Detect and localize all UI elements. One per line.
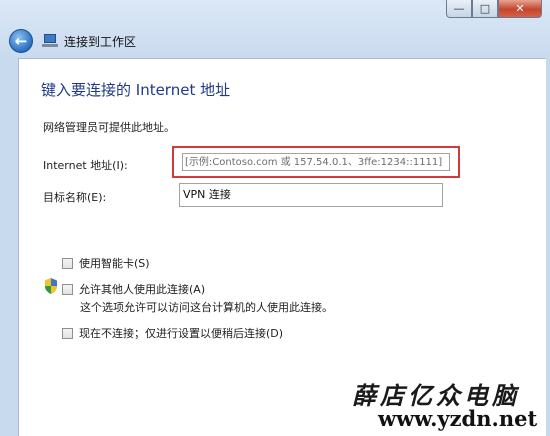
allow-others-label: 允许其他人使用此连接(A): [79, 283, 206, 296]
dont-connect-checkbox[interactable]: [62, 327, 73, 339]
smartcard-label: 使用智能卡(S): [79, 257, 150, 270]
destination-name-input[interactable]: VPN 连接: [179, 183, 443, 207]
network-computer-icon: [42, 34, 58, 48]
window-controls: — □ ✕: [446, 0, 542, 18]
address-field-highlight: [示例:Contoso.com 或 157.54.0.1、3ffe:1234::…: [172, 146, 460, 178]
dont-connect-option[interactable]: 现在不连接；仅进行设置以便稍后连接(D): [62, 325, 283, 341]
destination-label: 目标名称(E):: [43, 191, 107, 204]
allow-others-checkbox[interactable]: [62, 283, 73, 295]
internet-address-input[interactable]: [示例:Contoso.com 或 157.54.0.1、3ffe:1234::…: [182, 153, 450, 171]
allow-others-note: 这个选项允许可以访问这台计算机的人使用此连接。: [80, 301, 333, 314]
page-description: 网络管理员可提供此地址。: [43, 121, 175, 134]
address-label: Internet 地址(I):: [43, 159, 128, 172]
allow-others-option[interactable]: 允许其他人使用此连接(A): [62, 281, 205, 297]
uac-shield-icon: [45, 278, 57, 294]
smartcard-checkbox[interactable]: [62, 257, 73, 269]
minimize-icon[interactable]: —: [446, 0, 472, 18]
navigation-bar: ← 连接到工作区: [0, 24, 550, 58]
dont-connect-label: 现在不连接；仅进行设置以便稍后连接(D): [79, 327, 284, 340]
connect-workplace-window: — □ ✕ ← 连接到工作区 键入要连接的 Internet 地址 网络管理员可…: [0, 0, 550, 436]
maximize-icon[interactable]: □: [472, 0, 498, 18]
page-title: 键入要连接的 Internet 地址: [41, 81, 231, 99]
window-title: 连接到工作区: [64, 34, 137, 49]
watermark-url: www.yzdn.net: [378, 406, 538, 431]
back-arrow-icon[interactable]: ←: [9, 29, 33, 53]
smartcard-option[interactable]: 使用智能卡(S): [62, 255, 150, 271]
close-icon[interactable]: ✕: [498, 0, 542, 18]
